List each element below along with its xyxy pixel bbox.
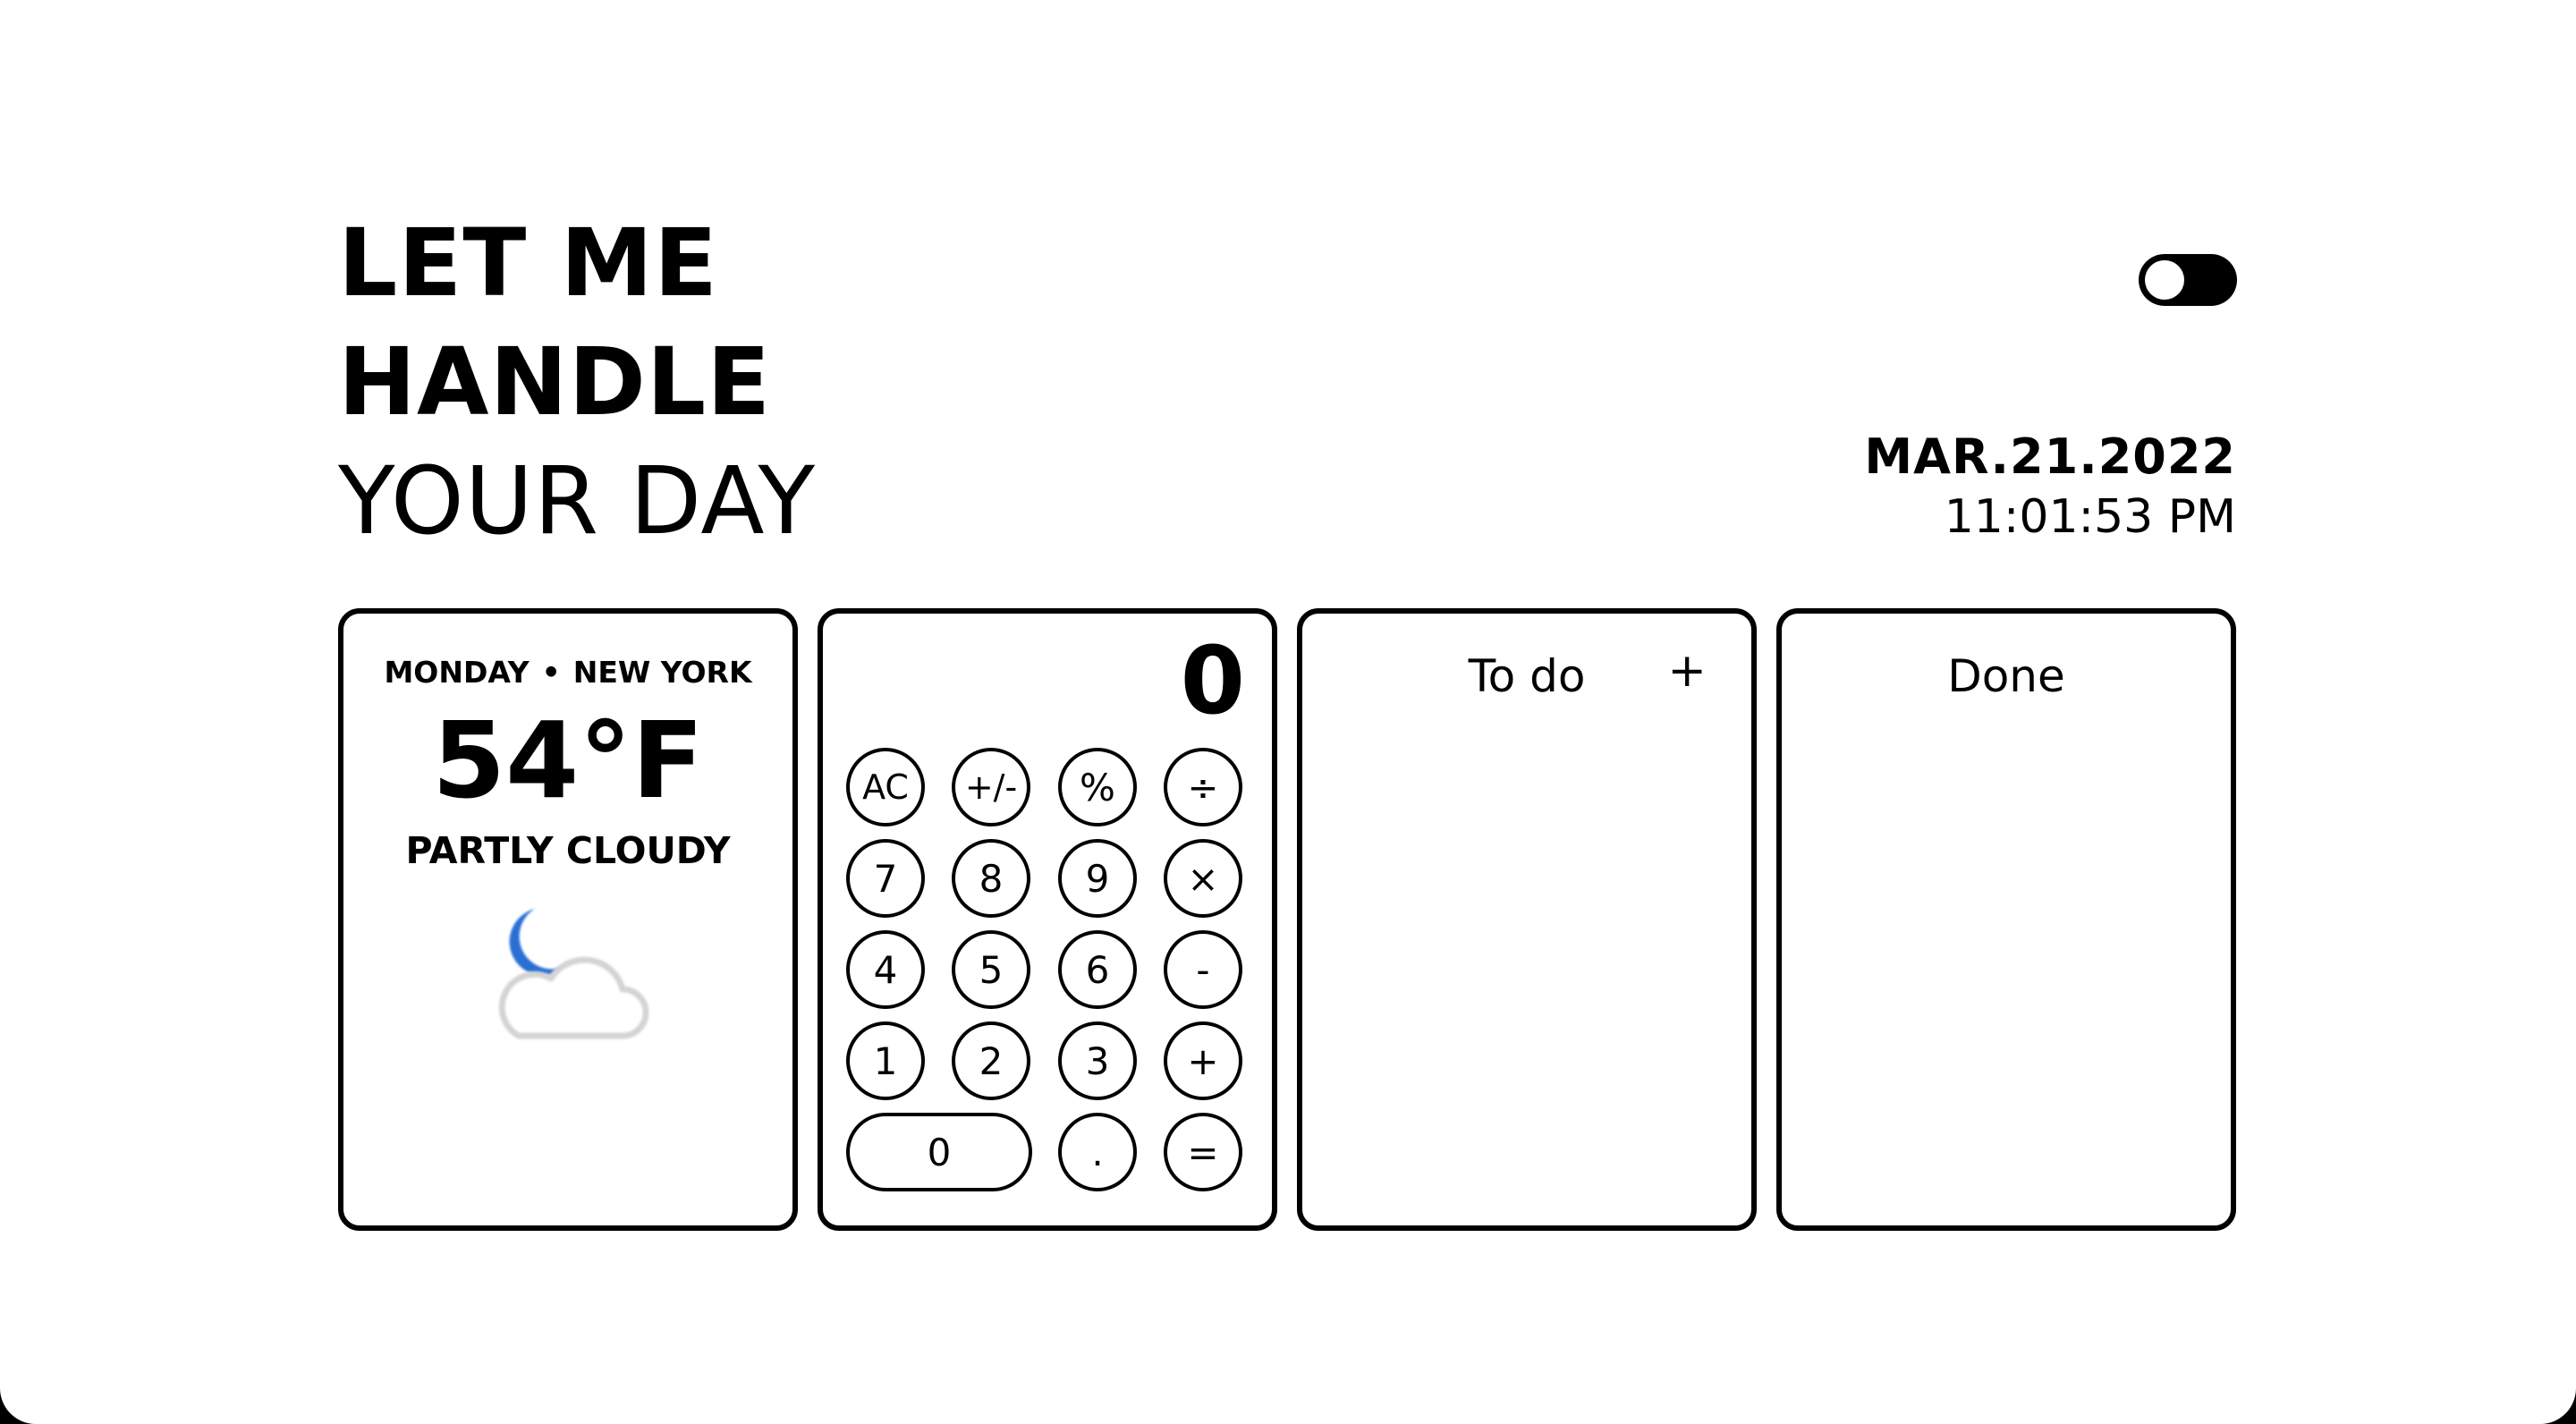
done-card: Done (1776, 608, 2236, 1231)
headline-line-3: YOUR DAY (338, 446, 816, 555)
weather-day: MONDAY (384, 655, 530, 690)
calc-key-add[interactable]: + (1164, 1021, 1242, 1100)
weather-temperature: 54°F (432, 699, 704, 822)
toggle-knob (2145, 260, 2184, 300)
todo-card: To do + (1297, 608, 1757, 1231)
calc-key-9[interactable]: 9 (1058, 839, 1137, 918)
calc-key-percent[interactable]: % (1058, 748, 1137, 826)
calc-key-multiply[interactable]: × (1164, 839, 1242, 918)
calc-key-0[interactable]: 0 (846, 1113, 1032, 1191)
calc-key-7[interactable]: 7 (846, 839, 925, 918)
page-headline: LET ME HANDLE YOUR DAY (338, 204, 816, 561)
page: LET ME HANDLE YOUR DAY MAR.21.2022 11:01… (0, 0, 2576, 1424)
moon-cloud-icon (479, 902, 658, 1054)
calc-key-decimal[interactable]: . (1058, 1113, 1137, 1191)
calc-key-8[interactable]: 8 (952, 839, 1030, 918)
add-todo-button[interactable]: + (1667, 644, 1707, 698)
weather-location: MONDAY • NEW YORK (343, 655, 792, 691)
datetime: MAR.21.2022 11:01:53 PM (1864, 426, 2236, 546)
calculator-display: 0 (1180, 626, 1245, 735)
theme-toggle[interactable] (2139, 254, 2237, 306)
weather-condition: PARTLY CLOUDY (405, 829, 731, 872)
calc-key-4[interactable]: 4 (846, 930, 925, 1009)
calc-key-2[interactable]: 2 (952, 1021, 1030, 1100)
calc-key-6[interactable]: 6 (1058, 930, 1137, 1009)
calc-key-1[interactable]: 1 (846, 1021, 925, 1100)
current-date: MAR.21.2022 (1864, 428, 2236, 485)
calculator-card: 0 AC +/-% ÷ 7 8 9 × 4 5 6- 1 2 3 +0. = (818, 608, 1277, 1231)
calc-key-equals[interactable]: = (1164, 1113, 1242, 1191)
current-time: 11:01:53 PM (1944, 490, 2236, 544)
calc-key-sign[interactable]: +/- (952, 748, 1030, 826)
calc-key-subtract[interactable]: - (1164, 930, 1242, 1009)
calc-key-5[interactable]: 5 (952, 930, 1030, 1009)
headline-line-1: LET ME (338, 208, 718, 318)
done-title: Done (1947, 650, 2065, 702)
weather-city: NEW YORK (572, 655, 752, 690)
calc-key-divide[interactable]: ÷ (1164, 748, 1242, 826)
weather-card: MONDAY • NEW YORK 54°F PARTLY CLOUDY (338, 608, 798, 1231)
calc-key-3[interactable]: 3 (1058, 1021, 1137, 1100)
headline-line-2: HANDLE (338, 327, 772, 437)
calculator-keypad: AC +/-% ÷ 7 8 9 × 4 5 6- 1 2 3 +0. = (846, 748, 1245, 1195)
calc-key-ac[interactable]: AC (846, 748, 925, 826)
weather-separator: • (541, 655, 561, 690)
